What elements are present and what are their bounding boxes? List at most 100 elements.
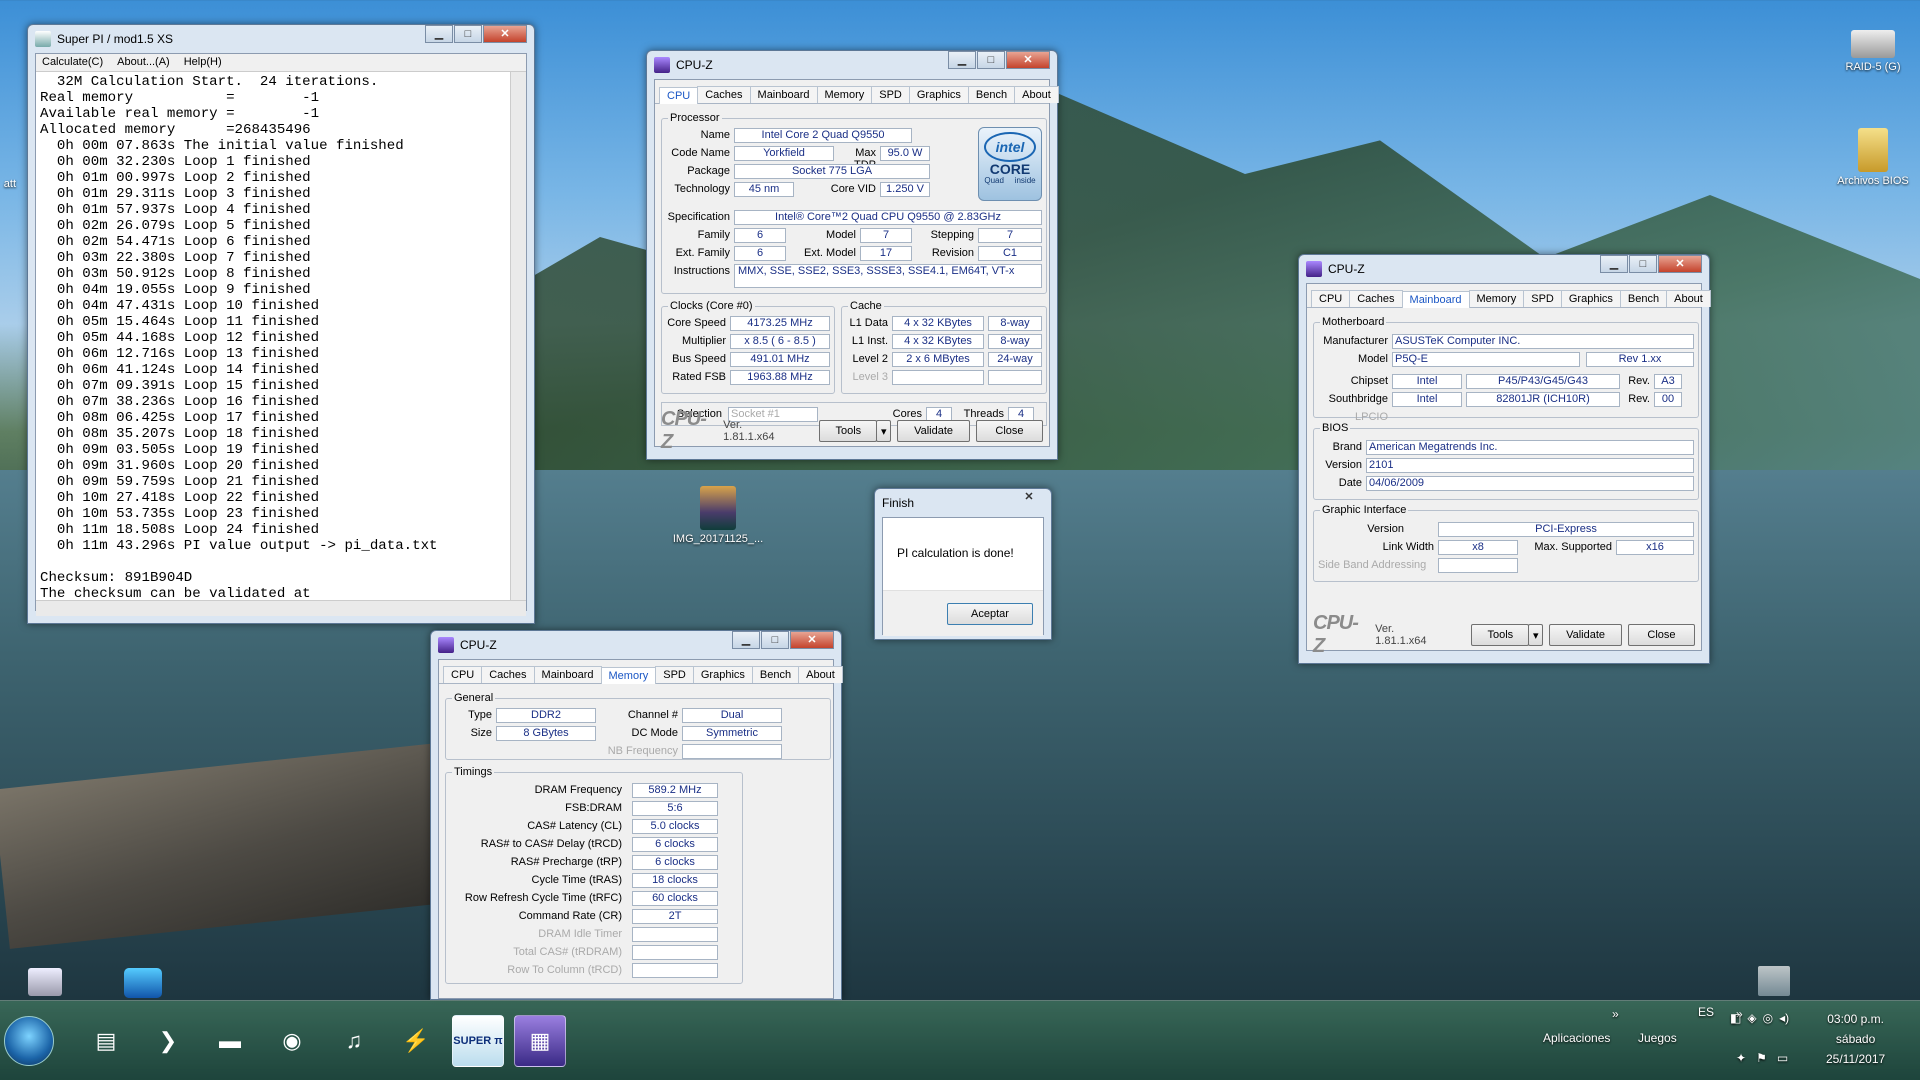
start-button[interactable] xyxy=(4,1015,54,1066)
maximize-button[interactable]: □ xyxy=(761,631,789,649)
tab-bench[interactable]: Bench xyxy=(751,666,800,683)
display-icon[interactable]: ▭ xyxy=(1777,1051,1788,1065)
vertical-scrollbar[interactable] xyxy=(510,72,526,600)
desktop-app-icon[interactable] xyxy=(28,968,62,996)
menu-help[interactable]: Help(H) xyxy=(184,56,222,69)
tab-bench[interactable]: Bench xyxy=(967,86,1016,103)
security-icon[interactable]: ◈ xyxy=(1747,1011,1756,1025)
validate-button[interactable]: Validate xyxy=(1549,624,1622,646)
recycle-bin-icon[interactable] xyxy=(1758,966,1790,996)
tab-caches[interactable]: Caches xyxy=(1349,290,1403,307)
log-line: 0h 06m 12.716s Loop 13 finished xyxy=(40,346,320,362)
desktop-icon-bios[interactable]: Archivos BIOS xyxy=(1818,128,1920,187)
tools-dropdown-icon[interactable]: ▾ xyxy=(876,420,892,442)
tab-cpu[interactable]: CPU xyxy=(1311,290,1351,307)
desktop-icon-partial[interactable]: att xyxy=(0,178,16,190)
language-indicator[interactable]: ES xyxy=(1698,1005,1714,1019)
updates-icon[interactable]: ◎ xyxy=(1763,1011,1773,1025)
minimize-button[interactable]: ▁ xyxy=(425,25,453,43)
tools-dropdown-icon[interactable]: ▾ xyxy=(1528,624,1544,646)
tool-icon[interactable]: ⚡ xyxy=(390,1015,442,1067)
l1data-way: 8-way xyxy=(988,316,1042,331)
tab-graphics[interactable]: Graphics xyxy=(908,86,969,103)
close-button[interactable]: ✕ xyxy=(790,631,834,649)
tab-mainboard[interactable]: Mainboard xyxy=(749,86,818,103)
desktop-icon-image[interactable]: IMG_20171125_... xyxy=(663,486,773,545)
close-button[interactable]: ✕ xyxy=(1006,51,1050,69)
powershell-icon[interactable]: ❯ xyxy=(142,1015,194,1067)
codename-value: Yorkfield xyxy=(734,146,834,161)
tab-spd[interactable]: SPD xyxy=(1523,290,1562,307)
tab-graphics[interactable]: Graphics xyxy=(692,666,753,683)
horizontal-scrollbar[interactable] xyxy=(36,600,526,616)
file-manager-icon[interactable]: ▤ xyxy=(80,1015,132,1067)
maximize-button[interactable]: □ xyxy=(1629,255,1657,273)
clock[interactable]: 03:00 p.m. sábado 25/11/2017 xyxy=(1826,1009,1885,1069)
busspeed-value: 491.01 MHz xyxy=(730,352,830,367)
tab-mainboard[interactable]: Mainboard xyxy=(1401,291,1470,308)
timing-value: 2T xyxy=(632,909,718,924)
tab-spd[interactable]: SPD xyxy=(655,666,694,683)
maximize-button[interactable]: □ xyxy=(977,51,1005,69)
volume-icon[interactable]: ◂) xyxy=(1779,1011,1789,1025)
tools-button[interactable]: Tools xyxy=(819,420,878,442)
timing-label: RAS# Precharge (tRP) xyxy=(510,856,622,868)
minimize-button[interactable]: ▁ xyxy=(732,631,760,649)
close-action-button[interactable]: Close xyxy=(1627,624,1695,646)
explorer-folder-icon[interactable]: ▬ xyxy=(204,1015,256,1067)
multiplier-label: Multiplier xyxy=(681,335,726,347)
cpuz-task-icon[interactable]: ▦ xyxy=(514,1014,566,1067)
toolbar-chevron-icon[interactable]: » xyxy=(1612,1007,1619,1021)
dcmode-label: DC Mode xyxy=(631,727,678,739)
nbfrequency-value xyxy=(682,744,782,759)
cpuz-titlebar[interactable]: CPU-Z ▁ □ ✕ xyxy=(654,51,1050,79)
taskbar: ▤ ❯ ▬ ◉ ♫ ⚡ SUPER π ▦ » » Aplicaciones Juegos E… xyxy=(0,1000,1920,1080)
toolbar-apps[interactable]: Aplicaciones xyxy=(1543,1031,1610,1045)
desktop-icon-raid[interactable]: RAID-5 (G) xyxy=(1818,24,1920,73)
desktop-itunes-icon[interactable] xyxy=(124,968,162,998)
tab-about[interactable]: About xyxy=(1014,86,1059,103)
maximize-button[interactable]: □ xyxy=(454,25,482,43)
network-icon[interactable]: ◧ xyxy=(1730,1011,1741,1025)
cpuz-titlebar[interactable]: CPU-Z ▁ □ ✕ xyxy=(1306,255,1702,283)
minimize-button[interactable]: ▁ xyxy=(1600,255,1628,273)
tab-bench[interactable]: Bench xyxy=(1619,290,1668,307)
validate-button[interactable]: Validate xyxy=(897,420,970,442)
tab-about[interactable]: About xyxy=(798,666,843,683)
l1inst-way: 8-way xyxy=(988,334,1042,349)
ok-button[interactable]: Aceptar xyxy=(947,603,1033,625)
cpuz-tabs: CPU Caches Mainboard Memory SPD Graphics Bench… xyxy=(1307,284,1711,308)
tray-app-icon[interactable]: ✦ xyxy=(1736,1051,1746,1065)
finish-titlebar[interactable]: Finish ✕ xyxy=(882,489,1044,517)
close-button[interactable]: ✕ xyxy=(1658,255,1702,273)
tab-caches[interactable]: Caches xyxy=(697,86,751,103)
tab-caches[interactable]: Caches xyxy=(481,666,535,683)
tab-memory[interactable]: Memory xyxy=(816,86,873,103)
minimize-button[interactable]: ▁ xyxy=(948,51,976,69)
close-button[interactable]: ✕ xyxy=(483,25,527,43)
tab-about[interactable]: About xyxy=(1666,290,1711,307)
menu-calculate[interactable]: Calculate(C) xyxy=(42,56,103,69)
toolbar-games[interactable]: Juegos xyxy=(1638,1031,1677,1045)
tools-button[interactable]: Tools xyxy=(1471,624,1530,646)
superpi-titlebar[interactable]: Super PI / mod1.5 XS ▁ □ ✕ xyxy=(35,25,527,53)
tab-mainboard[interactable]: Mainboard xyxy=(533,666,602,683)
technology-value: 45 nm xyxy=(734,182,794,197)
tab-graphics[interactable]: Graphics xyxy=(1560,290,1621,307)
log-line: 0h 00m 32.230s Loop 1 finished xyxy=(40,154,311,170)
tab-memory[interactable]: Memory xyxy=(1468,290,1525,307)
flag-icon[interactable]: ⚑ xyxy=(1756,1051,1767,1065)
menu-about[interactable]: About...(A) xyxy=(117,56,170,69)
chipset-value: P45/P43/G45/G43 xyxy=(1466,374,1620,389)
tab-cpu[interactable]: CPU xyxy=(659,87,699,104)
chrome-icon[interactable]: ◉ xyxy=(266,1015,318,1067)
itunes-icon[interactable]: ♫ xyxy=(328,1015,380,1067)
close-action-button[interactable]: Close xyxy=(975,420,1043,442)
tab-memory[interactable]: Memory xyxy=(600,667,657,684)
close-button[interactable]: ✕ xyxy=(1014,489,1044,507)
cpuz-titlebar[interactable]: CPU-Z ▁ □ ✕ xyxy=(438,631,834,659)
cpuz-memory-window: CPU-Z ▁ □ ✕ CPU Caches Mainboard Memory SPD Gra… xyxy=(430,630,843,1000)
tab-cpu[interactable]: CPU xyxy=(443,666,483,683)
tab-spd[interactable]: SPD xyxy=(871,86,910,103)
superpi-task-icon[interactable]: SUPER π xyxy=(452,1014,504,1067)
